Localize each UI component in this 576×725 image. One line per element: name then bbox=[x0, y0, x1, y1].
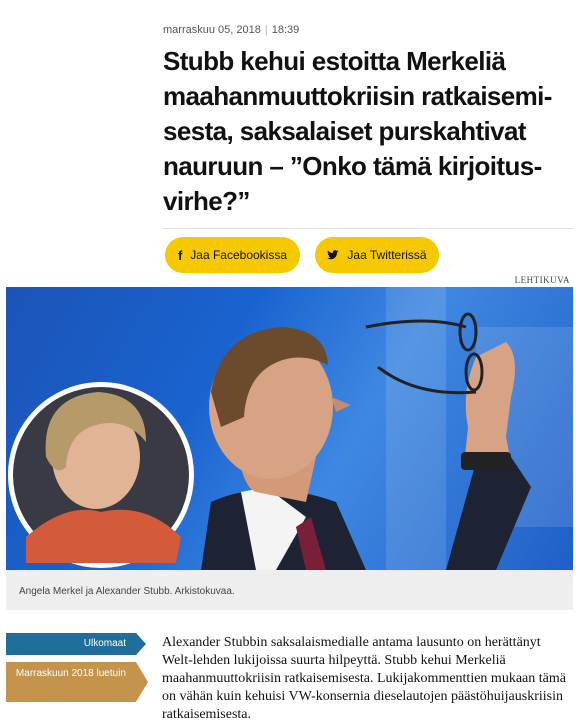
share-facebook-button[interactable]: f Jaa Facebookissa bbox=[165, 237, 300, 273]
article-body: Alexander Stubbin saksalaismedialle anta… bbox=[162, 635, 566, 722]
divider bbox=[163, 228, 573, 229]
twitter-icon bbox=[327, 248, 339, 263]
photo-caption: Angela Merkel ja Alexander Stubb. Arkist… bbox=[19, 586, 235, 597]
category-tag[interactable]: Ulkomaat bbox=[6, 633, 146, 655]
article-time: 18:39 bbox=[271, 24, 300, 36]
article-date: marraskuu 05, 2018 bbox=[163, 24, 261, 36]
most-read-tag[interactable]: Marraskuun 2018 luetuin bbox=[6, 662, 148, 702]
share-facebook-label: Jaa Facebookissa bbox=[190, 248, 288, 262]
facebook-icon: f bbox=[177, 247, 183, 263]
article-meta: marraskuu 05, 2018 | 18:39 bbox=[163, 24, 299, 36]
article-photo bbox=[6, 287, 573, 570]
article-headline: Stubb kehui estoitta Merkeliä maahanmuut… bbox=[163, 46, 552, 216]
share-twitter-button[interactable]: Jaa Twitterissä bbox=[315, 237, 439, 273]
stubb-portrait bbox=[8, 312, 531, 570]
share-twitter-label: Jaa Twitterissä bbox=[347, 248, 427, 262]
photo-credit: LEHTIKUVA bbox=[514, 275, 570, 285]
meta-separator: | bbox=[264, 24, 268, 36]
